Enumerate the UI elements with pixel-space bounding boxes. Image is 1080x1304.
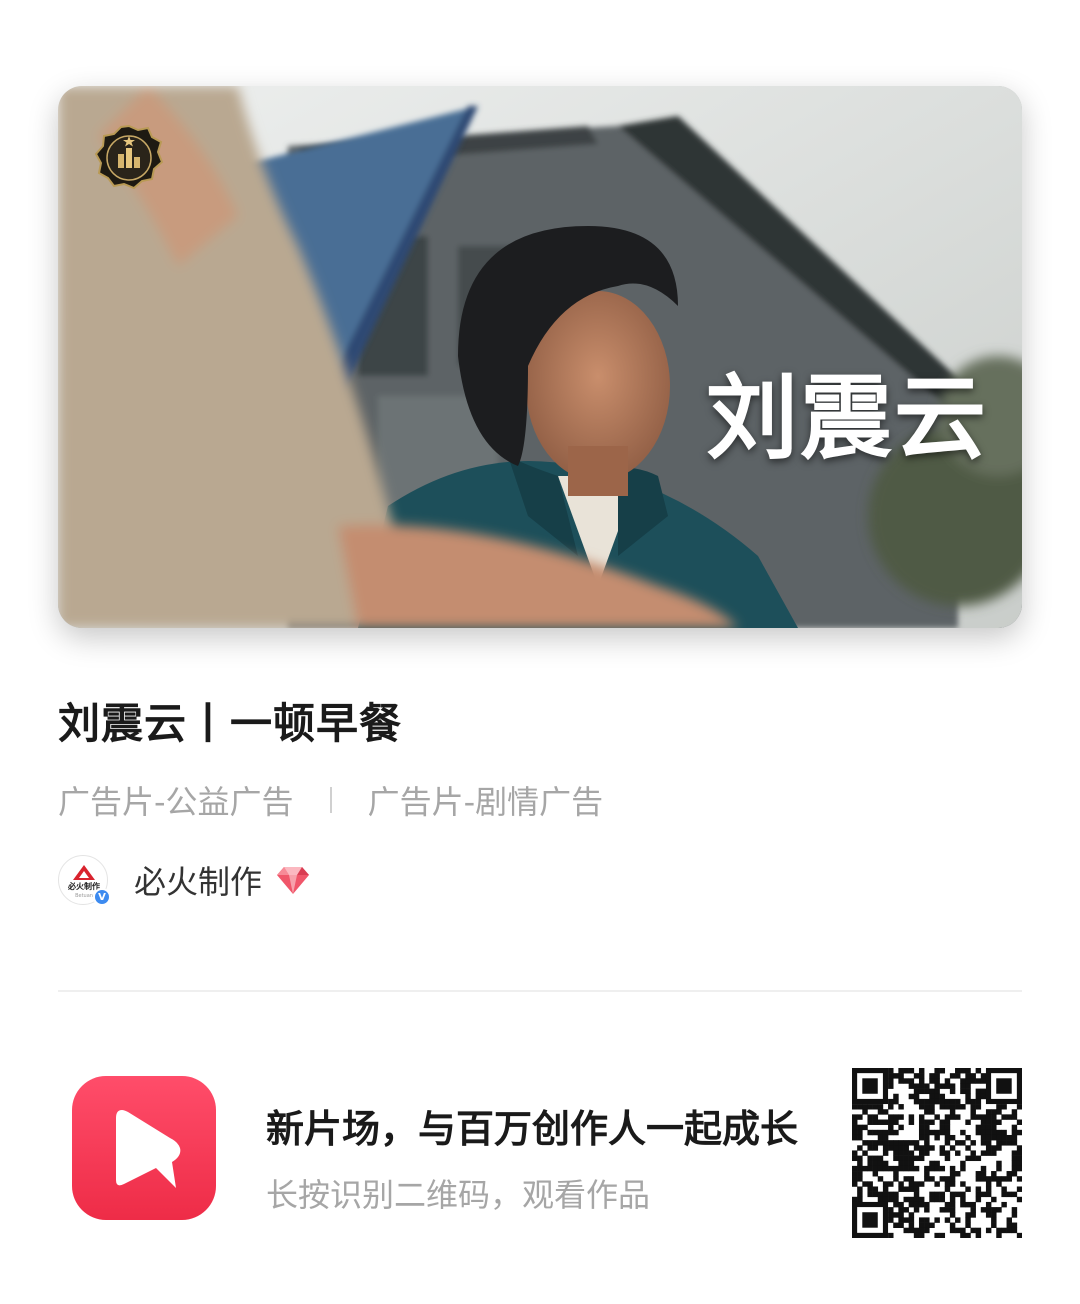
xinpianchang-logo-icon <box>72 1076 216 1220</box>
video-thumbnail[interactable]: 刘震云 <box>58 86 1022 628</box>
qr-finder-core <box>862 1212 878 1228</box>
promo-subtitle: 长按识别二维码，观看作品 <box>266 1176 651 1214</box>
qr-finder-core <box>996 1078 1012 1094</box>
section-divider <box>58 990 1022 992</box>
tag-divider <box>329 787 332 813</box>
video-overlay-name: 刘震云 <box>705 365 988 472</box>
verified-badge-icon: V <box>93 888 111 906</box>
qr-code[interactable] <box>852 1068 1022 1238</box>
video-title: 刘震云丨一顿早餐 <box>58 699 403 748</box>
author-avatar[interactable]: 必火制作 Betuan V <box>58 855 111 906</box>
svg-text:Betuan: Betuan <box>75 893 93 899</box>
award-badge-icon <box>94 124 164 190</box>
diamond-icon <box>277 867 310 894</box>
qr-finder-core <box>862 1078 878 1094</box>
author-row[interactable]: 必火制作 Betuan V 必火制作 <box>58 852 310 908</box>
category-tags: 广告片-公益广告 广告片-剧情广告 <box>58 778 603 822</box>
author-name[interactable]: 必火制作 <box>134 857 262 903</box>
promo-title: 新片场，与百万创作人一起成长 <box>266 1107 799 1151</box>
tag-narrative-ad[interactable]: 广告片-剧情广告 <box>368 777 604 823</box>
tag-public-service-ad[interactable]: 广告片-公益广告 <box>58 777 294 823</box>
